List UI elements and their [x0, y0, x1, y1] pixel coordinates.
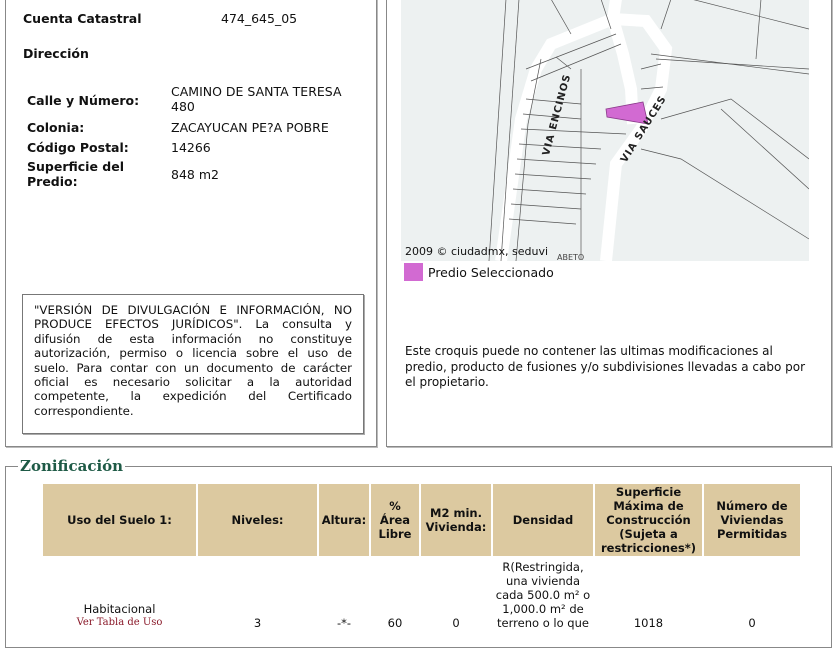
header-niveles: Niveles: — [198, 484, 317, 556]
header-m2-min: M2 min. Vivienda: — [421, 484, 491, 556]
colonia-label: Colonia: — [27, 120, 85, 135]
legend-swatch — [404, 263, 423, 281]
cp-label: Código Postal: — [27, 140, 129, 155]
cell-area-libre: 60 — [387, 616, 403, 630]
disclaimer-box: "VERSIÓN DE DIVULGACIÓN E INFORMACIÓN, N… — [22, 294, 364, 434]
direccion-label: Dirección — [23, 46, 89, 61]
predio-info-panel: Cuenta Catastral 474_645_05 Dirección Ca… — [5, 0, 377, 447]
map-panel: VIA ENCINOS VIA SAUCES ABETO 2009 © ciud… — [386, 0, 832, 447]
map-copyright: 2009 © ciudadmx, seduvi — [405, 245, 549, 258]
header-superficie-max: Superficie Máxima de Construcción (Sujet… — [595, 484, 702, 556]
table-row: Habitacional Ver Tabla de Uso 3 -*- 60 0 … — [43, 556, 800, 631]
header-altura: Altura: — [319, 484, 369, 556]
colonia-value: ZACAYUCAN PE?A POBRE — [171, 120, 329, 135]
superficie-label-line2: Predio: — [27, 174, 78, 189]
cuenta-label: Cuenta Catastral — [23, 11, 142, 26]
cell-densidad: R(Restringida, una vivienda cada 500.0 m… — [495, 560, 591, 630]
calle-label: Calle y Número: — [27, 93, 140, 108]
cell-altura: -*- — [336, 616, 352, 630]
zonificacion-title: Zonificación — [18, 457, 126, 475]
header-viviendas: Número de Viviendas Permitidas — [704, 484, 800, 556]
map-view[interactable]: VIA ENCINOS VIA SAUCES ABETO — [401, 0, 810, 262]
superficie-value: 848 m2 — [171, 167, 219, 182]
map-parcels — [488, 0, 810, 262]
superficie-label-line1: Superficie del — [27, 159, 124, 174]
cp-value: 14266 — [171, 140, 211, 155]
cell-m2-min: 0 — [452, 616, 460, 630]
ver-tabla-de-uso-link[interactable]: Ver Tabla de Uso — [44, 616, 195, 630]
calle-value-line2: 480 — [171, 99, 195, 114]
table-header-row: Uso del Suelo 1: Niveles: Altura: % Área… — [43, 484, 800, 556]
uso-value: Habitacional — [83, 602, 156, 616]
cuenta-value: 474_645_05 — [221, 11, 298, 26]
cell-superficie-max: 1018 — [633, 616, 664, 630]
header-densidad: Densidad — [493, 484, 593, 556]
zonificacion-table: Uso del Suelo 1: Niveles: Altura: % Área… — [41, 484, 802, 631]
legend-label: Predio Seleccionado — [428, 265, 554, 280]
header-uso-suelo: Uso del Suelo 1: — [43, 484, 196, 556]
calle-value-line1: CAMINO DE SANTA TERESA — [171, 84, 342, 99]
zonificacion-section: Zonificación Uso del Suelo 1: Niveles: A… — [5, 457, 832, 648]
cell-uso: Habitacional Ver Tabla de Uso — [43, 556, 196, 631]
cell-niveles: 3 — [253, 616, 262, 630]
croquis-note: Este croquis puede no contener las ultim… — [405, 344, 806, 389]
header-area-libre: % Área Libre — [371, 484, 419, 556]
cell-viviendas: 0 — [748, 616, 756, 630]
street-label-abeto: ABETO — [557, 253, 585, 261]
